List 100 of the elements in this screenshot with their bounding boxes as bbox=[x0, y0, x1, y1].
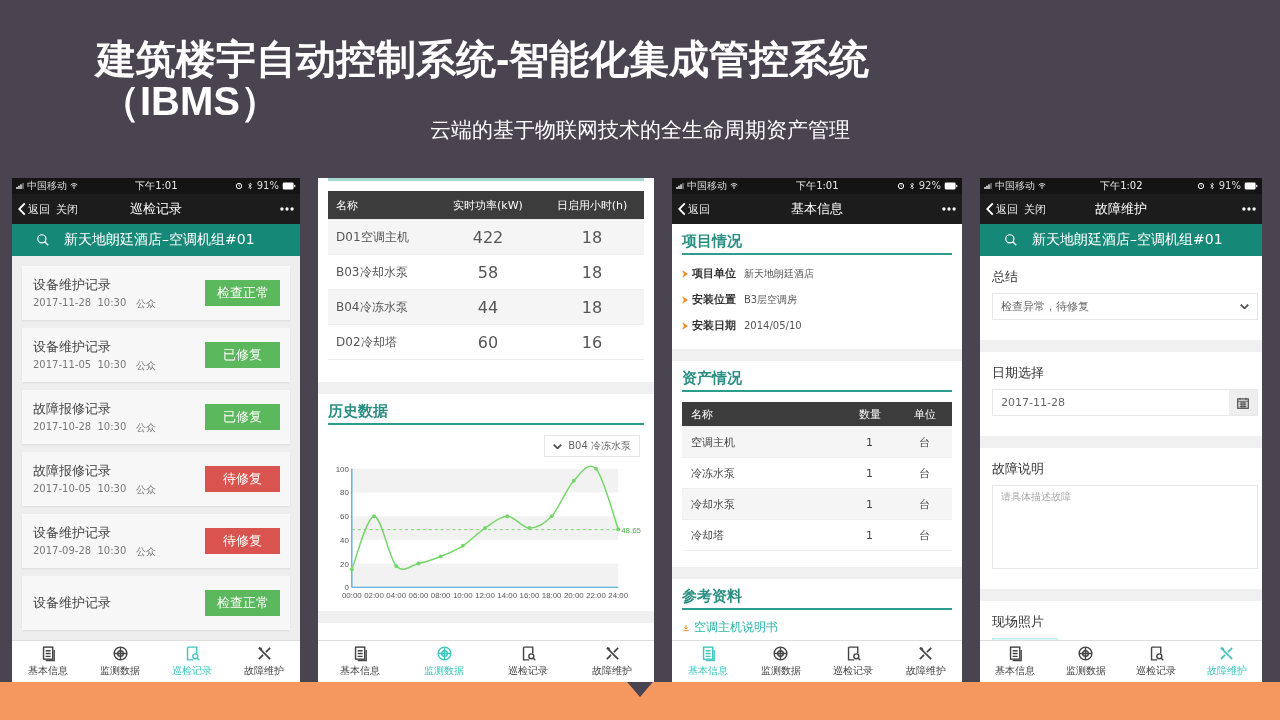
record-person: 公众 bbox=[136, 420, 157, 435]
column-header: 日启用小时(h) bbox=[555, 197, 629, 213]
more-icon[interactable] bbox=[942, 207, 956, 211]
table-cell-text: 冷冻水泵 bbox=[690, 465, 736, 481]
status-time: 下午1:01 bbox=[796, 180, 839, 192]
section-title: 资产情况 bbox=[682, 369, 742, 387]
axis-label: 12:00 bbox=[475, 591, 495, 601]
axis-label: 14:00 bbox=[497, 591, 518, 601]
record-date: 2017-11-28 10:30 bbox=[33, 296, 127, 310]
summary-dropdown[interactable]: 检查异常，待修复 bbox=[992, 293, 1258, 320]
data-point bbox=[549, 514, 554, 519]
tab[interactable]: 基本信息 bbox=[318, 641, 402, 682]
back-button[interactable]: 返回 bbox=[18, 201, 50, 217]
back-button[interactable]: 返回 bbox=[678, 201, 710, 217]
carrier-name: 中国移动 bbox=[995, 180, 1035, 192]
page-title: 故障维护 bbox=[1095, 200, 1147, 218]
arrow-bullet-icon bbox=[682, 295, 688, 304]
close-button[interactable]: 关闭 bbox=[1024, 201, 1046, 217]
field-label: 现场照片 bbox=[992, 613, 1045, 631]
data-point bbox=[349, 567, 354, 572]
series-dropdown[interactable]: B04 冷冻水泵 bbox=[544, 435, 640, 457]
section-title: 参考资料 bbox=[682, 587, 742, 605]
tools-icon bbox=[255, 645, 273, 662]
bluetooth-icon bbox=[1207, 182, 1216, 190]
table-cell-text: 18 bbox=[580, 227, 604, 247]
tab[interactable]: 故障维护 bbox=[228, 641, 300, 682]
table-cell-text: 台 bbox=[918, 496, 931, 512]
chevron-icon bbox=[986, 202, 994, 216]
search-text: 新天地朗廷酒店–空调机组#01 bbox=[1032, 231, 1223, 249]
axis-label: 06:00 bbox=[408, 591, 429, 601]
status-button[interactable]: 待修复 bbox=[205, 528, 280, 554]
status-button[interactable]: 待修复 bbox=[205, 466, 280, 492]
battery-icon bbox=[1244, 182, 1258, 190]
field-label: 故障说明 bbox=[992, 460, 1045, 478]
axis-label: 02:00 bbox=[364, 591, 384, 601]
column-header: 名称 bbox=[690, 406, 714, 422]
slide-title: 建筑楼宇自动控制系统-智能化集成管控系统 bbox=[96, 38, 871, 80]
axis-label: 0 bbox=[344, 583, 349, 593]
record-date: 2017-10-05 10:30 bbox=[33, 482, 127, 496]
alarm-icon bbox=[234, 182, 243, 190]
tab[interactable]: 故障维护 bbox=[570, 641, 654, 682]
more-icon[interactable] bbox=[280, 207, 294, 211]
chevron-icon bbox=[678, 202, 686, 216]
record-person: 公众 bbox=[136, 482, 157, 497]
section-title: 项目情况 bbox=[682, 232, 742, 250]
tab[interactable]: 巡检记录 bbox=[486, 641, 570, 682]
battery-icon bbox=[282, 182, 296, 190]
record-date: 2017-10-28 10:30 bbox=[33, 420, 127, 434]
tab[interactable]: 基本信息 bbox=[12, 641, 84, 682]
table-cell-text: D01空调主机 bbox=[335, 228, 410, 246]
record-title: 设备维护记录 bbox=[33, 337, 112, 356]
tab[interactable]: 监测数据 bbox=[84, 641, 156, 682]
record-title: 设备维护记录 bbox=[33, 523, 112, 542]
field-value: B3层空调房 bbox=[744, 292, 798, 307]
slide-subtitle: 云端的基于物联网技术的全生命周期资产管理 bbox=[430, 117, 850, 144]
table-cell-text: 1 bbox=[865, 497, 874, 511]
signal-icon bbox=[984, 182, 992, 190]
tab[interactable]: 故障维护 bbox=[889, 641, 962, 682]
axis-label: 40 bbox=[340, 535, 349, 545]
tab[interactable]: 监测数据 bbox=[744, 641, 817, 682]
table-cell-text: 422 bbox=[471, 227, 505, 247]
record-date: 2017-09-28 10:30 bbox=[33, 544, 127, 558]
axis-label: 100 bbox=[335, 464, 349, 474]
axis-label: 10:00 bbox=[452, 591, 473, 601]
more-icon[interactable] bbox=[1242, 207, 1256, 211]
section-title: 历史数据 bbox=[328, 402, 388, 420]
calendar-button[interactable] bbox=[1229, 390, 1257, 415]
data-point bbox=[460, 543, 465, 548]
search-bar[interactable]: 新天地朗廷酒店–空调机组#01 bbox=[12, 224, 300, 256]
description-field[interactable]: 请具体描述故障 bbox=[992, 485, 1258, 569]
arrow-bullet-icon bbox=[682, 321, 688, 330]
triangle-icon bbox=[627, 682, 653, 697]
axis-label: 08:00 bbox=[430, 591, 451, 601]
search-bar[interactable]: 新天地朗廷酒店–空调机组#01 bbox=[980, 224, 1262, 256]
data-point bbox=[616, 527, 621, 532]
bluetooth-icon bbox=[907, 182, 916, 190]
back-button[interactable]: 返回 bbox=[986, 201, 1018, 217]
search-icon bbox=[36, 233, 50, 247]
tab[interactable]: 监测数据 bbox=[1050, 641, 1121, 682]
data-point bbox=[505, 514, 510, 519]
alarm-icon bbox=[1196, 182, 1205, 190]
data-point bbox=[416, 561, 421, 566]
field-label: 总结 bbox=[992, 268, 1019, 286]
target-icon bbox=[111, 645, 129, 662]
record-date: 2017-11-05 10:30 bbox=[33, 358, 127, 372]
status-time: 下午1:01 bbox=[135, 180, 178, 192]
table-cell-text: 18 bbox=[580, 262, 604, 282]
table-cell-text: 冷却水泵 bbox=[690, 496, 736, 512]
record-title: 故障报修记录 bbox=[33, 461, 112, 480]
tab[interactable]: 巡检记录 bbox=[817, 641, 890, 682]
target-icon bbox=[772, 645, 790, 662]
table-cell-text: 冷却塔 bbox=[690, 527, 725, 543]
tab[interactable]: 基本信息 bbox=[980, 641, 1051, 682]
close-button[interactable]: 关闭 bbox=[56, 201, 78, 217]
tools-icon bbox=[603, 645, 621, 662]
column-header: 实时功率(kW) bbox=[452, 197, 524, 213]
tools-icon bbox=[917, 645, 935, 662]
field-value: 新天地朗廷酒店 bbox=[744, 266, 814, 281]
tab[interactable]: 巡检记录 bbox=[1121, 641, 1192, 682]
page-title: 基本信息 bbox=[791, 200, 843, 218]
